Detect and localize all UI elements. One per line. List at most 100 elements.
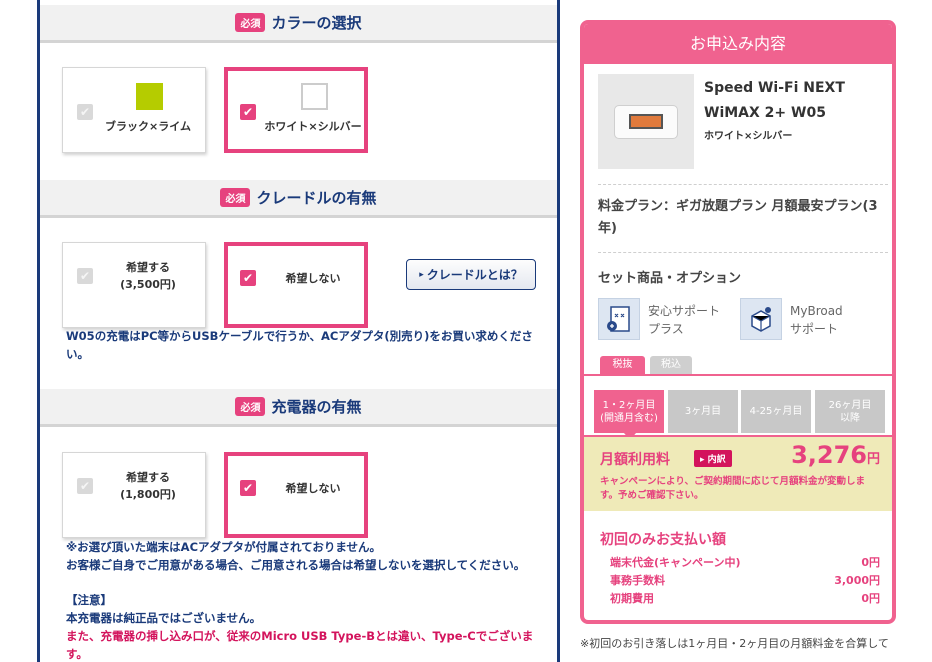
charger-option-yes[interactable]: ✔ 希望する (1,800円)	[62, 452, 206, 538]
option1-line1: 安心サポート	[648, 304, 721, 318]
tab-line1: 3ヶ月目	[684, 406, 722, 417]
chevron-right-icon: ▸	[419, 269, 424, 280]
color-section-header: 必須 カラーの選択	[40, 5, 557, 43]
label-line: 希望する	[126, 471, 170, 484]
breakdown-badge[interactable]: ▸ 内訳	[694, 450, 732, 467]
tab-line1: 4-25ヶ月目	[749, 406, 803, 417]
tax-included-tab[interactable]: 税込	[650, 356, 692, 374]
first-payment-row: 初期費用 0円	[610, 590, 880, 606]
color-option-label: ブラック×ライム	[105, 120, 191, 133]
tab-line1: 26ヶ月目	[828, 399, 872, 411]
option1-line2: プラス	[648, 322, 684, 336]
tab-line1: 1・2ヶ月目	[602, 399, 656, 411]
month-tab-1-2[interactable]: 1・2ヶ月目 (開通月含む)	[594, 390, 664, 440]
set-options-title: セット商品・オプション	[598, 271, 742, 286]
tax-excluded-tab[interactable]: 税抜	[600, 356, 645, 374]
checkbox[interactable]: ✔	[240, 270, 256, 286]
check-icon: ✔	[79, 105, 91, 119]
what-is-cradle-label: クレードルとは？	[426, 268, 523, 282]
row-label: 端末代金(キャンペーン中)	[610, 556, 741, 569]
row-label: 初期費用	[610, 592, 654, 605]
charger-note-4: 本充電器は純正品ではございません。	[66, 611, 262, 625]
divider	[598, 252, 888, 253]
label-price: (1,800円)	[120, 488, 176, 501]
monthly-fee-label: 月額利用料	[600, 452, 670, 468]
month-tab-26[interactable]: 26ヶ月目 以降	[815, 390, 885, 433]
cradle-section-header: 必須 クレードルの有無	[40, 180, 557, 218]
order-summary-title: お申込み内容	[584, 24, 892, 64]
chevron-right-icon: ▸	[700, 455, 705, 465]
option2-name: MyBroad サポート	[790, 302, 843, 338]
row-value: 3,000円	[834, 574, 880, 587]
cradle-note: W05の充電はPC等からUSBケーブルで行うか、ACアダプタ(別売り)をお買い求…	[66, 329, 533, 361]
check-icon: ✔	[79, 479, 91, 493]
charger-option-no-label: 希望しない	[285, 482, 341, 495]
charger-section-header: 必須 充電器の有無	[40, 389, 557, 427]
tax-tab-underline	[584, 374, 892, 376]
what-is-cradle-button[interactable]: ▸ クレードルとは？	[406, 259, 536, 290]
month-tab-4-25[interactable]: 4-25ヶ月目	[741, 390, 811, 433]
row-label: 事務手数料	[610, 574, 665, 587]
color-swatch-lime	[136, 83, 163, 110]
color-section-title: カラーの選択	[271, 14, 362, 32]
label-line: 希望する	[126, 261, 170, 274]
charger-note-1: ※お選び頂いた端末はACアダプタが付属されておりません。	[66, 540, 381, 554]
monthly-fee-value: 3,276円	[791, 441, 880, 469]
cradle-option-no-label: 希望しない	[285, 272, 341, 285]
check-icon: ✔	[242, 481, 254, 495]
charger-section-title: 充電器の有無	[271, 398, 362, 416]
first-payment-title: 初回のみお支払い額	[600, 532, 726, 548]
product-color: ホワイト×シルバー	[704, 131, 793, 142]
month-tab-3[interactable]: 3ヶ月目	[668, 390, 738, 433]
option2-line1: MyBroad	[790, 304, 843, 318]
label-price: (3,500円)	[120, 278, 176, 291]
mybroad-support-icon	[740, 298, 782, 340]
product-image	[598, 74, 694, 169]
cradle-option-yes[interactable]: ✔ 希望する (3,500円)	[62, 242, 206, 328]
color-swatch-white	[301, 83, 328, 110]
charger-option-yes-label: 希望する (1,800円)	[103, 469, 193, 503]
checkbox[interactable]: ✔	[240, 104, 256, 120]
row-value: 0円	[861, 556, 880, 569]
option1-name: 安心サポート プラス	[648, 302, 720, 338]
order-summary-panel: お申込み内容 Speed Wi-Fi NEXT WiMAX 2+ W05 ホワイ…	[580, 20, 896, 624]
cradle-option-yes-label: 希望する (3,500円)	[103, 259, 193, 293]
check-icon: ✔	[242, 271, 254, 285]
check-icon: ✔	[79, 269, 91, 283]
required-badge: 必須	[220, 188, 251, 207]
required-badge: 必須	[235, 397, 266, 416]
color-option-black-lime[interactable]: ✔ ブラック×ライム	[62, 67, 206, 153]
fee-amount: 3,276	[791, 441, 867, 469]
option2-line2: サポート	[790, 322, 839, 336]
charger-note-3: 【注意】	[66, 593, 112, 607]
checkbox[interactable]: ✔	[77, 104, 93, 120]
billing-footnote: ※初回のお引き落しは1ヶ月目・2ヶ月目の月額料金を合算して	[580, 637, 889, 650]
checkbox[interactable]: ✔	[240, 480, 256, 496]
row-value: 0円	[861, 592, 880, 605]
divider	[598, 184, 888, 185]
plan-text: 料金プラン：ギガ放題プラン 月額最安プラン(3年)	[598, 199, 878, 236]
checkbox[interactable]: ✔	[77, 478, 93, 494]
tab-line2: 以降	[839, 412, 860, 424]
cradle-option-no[interactable]: ✔ 希望しない	[224, 242, 368, 328]
breakdown-label: 内訳	[707, 455, 726, 465]
options-form: 必須 カラーの選択 ✔ ブラック×ライム ✔ ホワイト×シルバー 必須 クレード…	[37, 0, 560, 662]
charger-note-2: お客様ご自身でご用意がある場合、ご用意される場合は希望しないを選択してください。	[66, 558, 526, 572]
cradle-section-title: クレードルの有無	[256, 189, 377, 207]
check-icon: ✔	[242, 105, 254, 119]
product-name: Speed Wi-Fi NEXT WiMAX 2+ W05	[704, 80, 845, 121]
first-payment-row: 端末代金(キャンペーン中) 0円	[610, 554, 880, 570]
charger-option-no[interactable]: ✔ 希望しない	[224, 452, 368, 538]
checkbox[interactable]: ✔	[77, 268, 93, 284]
router-device-icon	[614, 104, 678, 139]
tab-line2: (開通月含む)	[600, 412, 658, 424]
required-badge: 必須	[235, 13, 266, 32]
fee-note: キャンペーンにより、ご契約期間に応じて月額料金が変動します。予めご確認下さい。	[600, 476, 865, 501]
fee-unit: 円	[866, 452, 880, 467]
monthly-fee-box: 月額利用料 ▸ 内訳 3,276円 キャンペーンにより、ご契約期間に応じて月額料…	[584, 435, 892, 511]
support-plus-icon	[598, 298, 640, 340]
color-option-white-silver[interactable]: ✔ ホワイト×シルバー	[224, 67, 368, 153]
color-option-label: ホワイト×シルバー	[264, 120, 362, 133]
first-payment-row: 事務手数料 3,000円	[610, 572, 880, 588]
charger-note-5: また、充電器の挿し込み口が、従来のMicro USB Type-Bとは違い、Ty…	[66, 629, 534, 661]
